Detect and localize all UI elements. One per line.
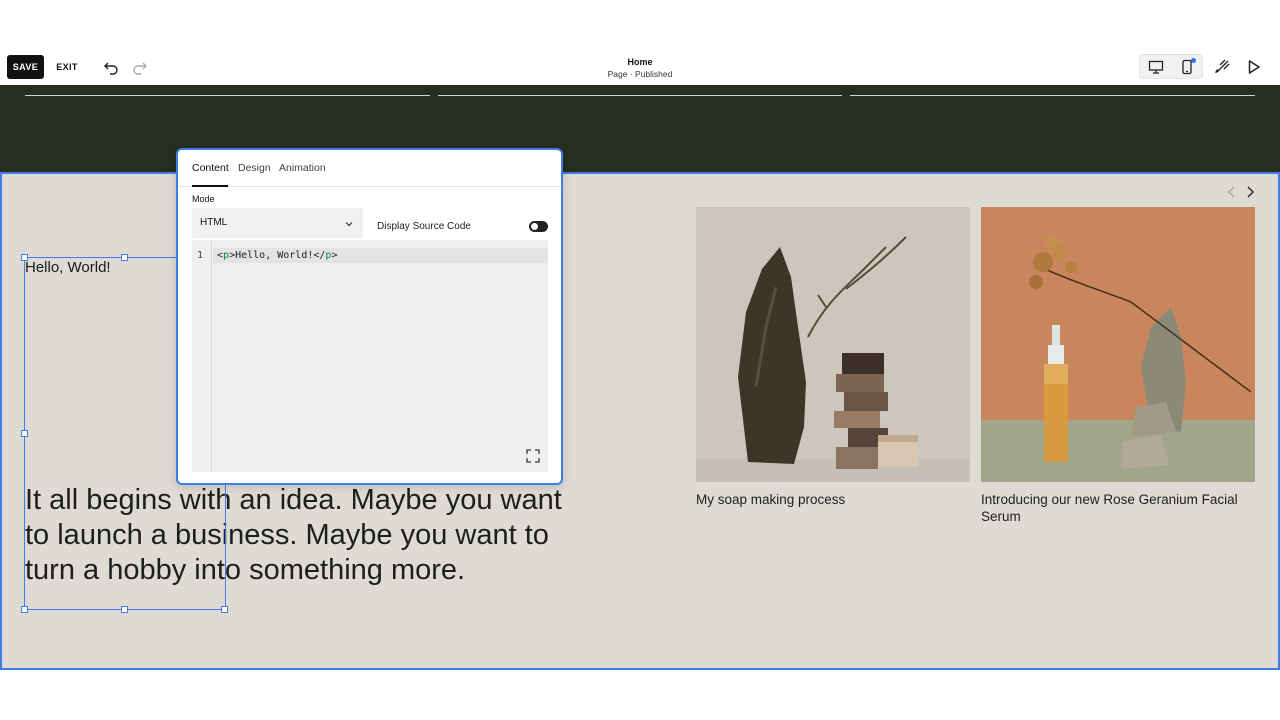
toggle-knob xyxy=(531,223,538,230)
carousel-prev-icon[interactable] xyxy=(1224,184,1240,200)
page-status: Page · Published xyxy=(607,69,673,79)
mode-label: Mode xyxy=(192,194,215,204)
page-title: Home xyxy=(627,57,653,67)
undo-icon[interactable] xyxy=(100,56,122,78)
editor-tabs: Content Design Animation xyxy=(178,150,561,187)
divider-line xyxy=(850,95,1255,96)
code-editor[interactable]: 1 <p>Hello, World!</p> xyxy=(192,240,548,472)
tab-design[interactable]: Design xyxy=(238,162,271,174)
resize-handle[interactable] xyxy=(121,606,128,613)
mobile-view-icon[interactable] xyxy=(1176,57,1198,77)
divider-line xyxy=(438,95,842,96)
divider-line xyxy=(25,95,430,96)
resize-handle[interactable] xyxy=(121,254,128,261)
line-number-gutter xyxy=(192,240,212,472)
resize-handle[interactable] xyxy=(21,606,28,613)
resize-handle[interactable] xyxy=(221,606,228,613)
soap-photo[interactable] xyxy=(696,207,970,482)
redo-icon[interactable] xyxy=(129,56,151,78)
desktop-view-icon[interactable] xyxy=(1145,57,1167,77)
chevron-down-icon xyxy=(343,217,355,229)
tab-animation[interactable]: Animation xyxy=(279,162,326,174)
tab-content[interactable]: Content xyxy=(192,162,229,174)
editor-toolbar: SAVE EXIT Home Page · Published xyxy=(0,48,1280,85)
device-toggle-group xyxy=(1139,54,1203,79)
active-tab-indicator xyxy=(192,185,228,187)
fullscreen-expand-icon[interactable] xyxy=(526,449,540,463)
card-caption[interactable]: Introducing our new Rose Geranium Facial… xyxy=(981,492,1255,525)
mode-select-value: HTML xyxy=(200,217,228,228)
exit-button[interactable]: EXIT xyxy=(52,55,82,79)
serum-photo[interactable] xyxy=(981,207,1255,482)
mode-select[interactable]: HTML xyxy=(192,208,363,238)
display-source-code-toggle[interactable] xyxy=(529,221,548,232)
save-button[interactable]: SAVE xyxy=(7,55,44,79)
resize-handle[interactable] xyxy=(21,430,28,437)
card-caption[interactable]: My soap making process xyxy=(696,492,970,509)
resize-handle[interactable] xyxy=(21,254,28,261)
display-source-code-label: Display Source Code xyxy=(377,221,471,232)
code-block-editor-panel: Content Design Animation Mode HTML Displ… xyxy=(176,148,563,485)
site-styles-icon[interactable] xyxy=(1211,56,1233,78)
canvas-bottom-margin xyxy=(0,670,1280,720)
carousel-next-icon[interactable] xyxy=(1242,184,1258,200)
mobile-notification-dot xyxy=(1191,58,1196,63)
line-number: 1 xyxy=(197,250,204,261)
code-line[interactable]: <p>Hello, World!</p> xyxy=(217,250,337,261)
preview-play-icon[interactable] xyxy=(1243,56,1265,78)
